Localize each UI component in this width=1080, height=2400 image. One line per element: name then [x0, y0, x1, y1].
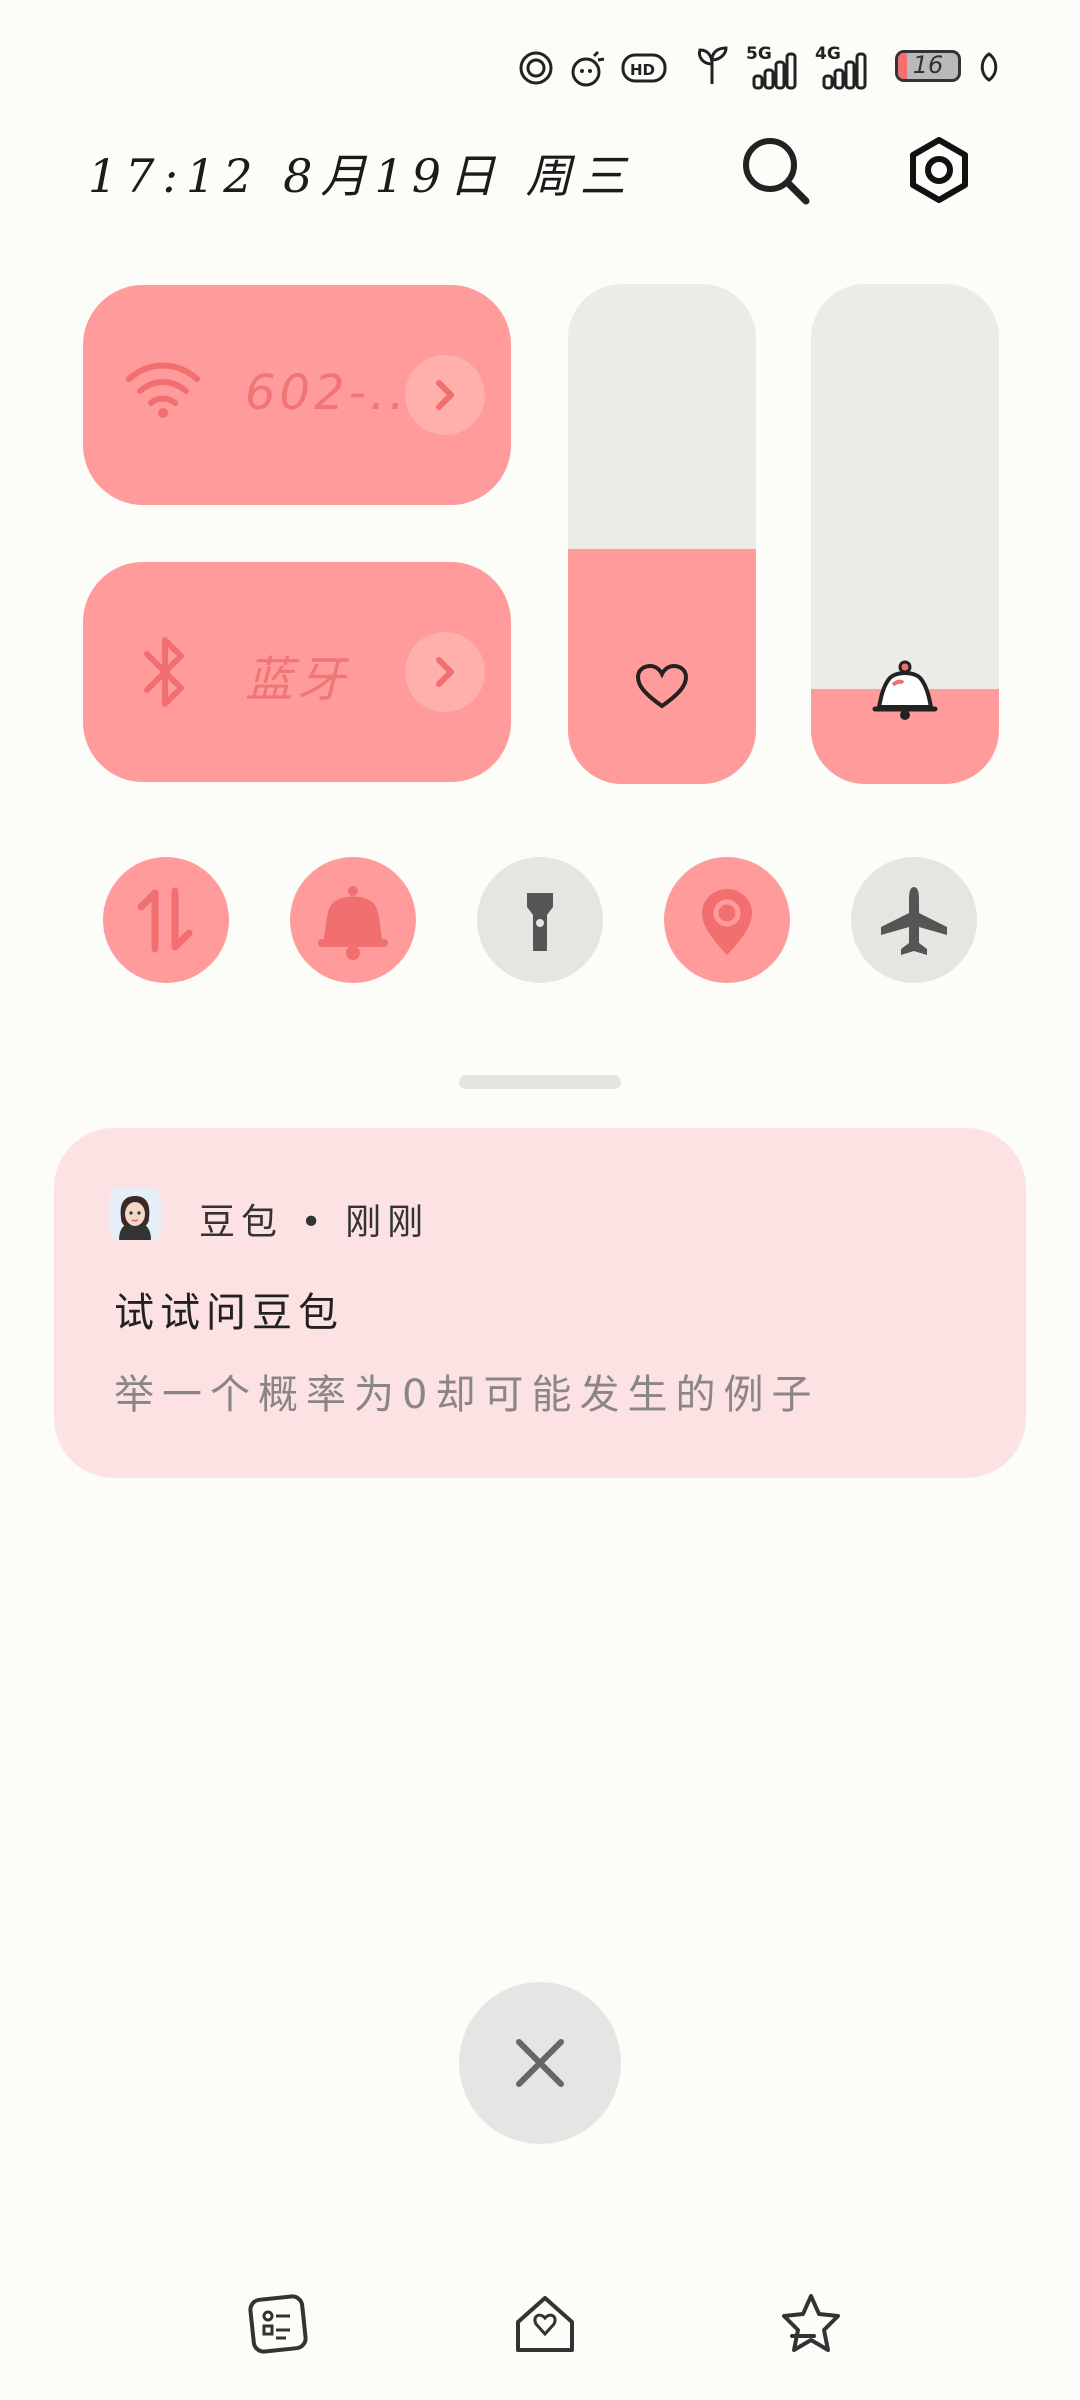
signal-4g-icon: [822, 52, 868, 94]
settings-icon[interactable]: [906, 137, 972, 207]
notification-title: 试试问豆包: [114, 1290, 344, 1336]
status-bar: HD 5G 4G 16: [0, 0, 1080, 130]
circle-c-icon: [518, 50, 554, 90]
airplane-mode-toggle[interactable]: [851, 857, 977, 983]
clear-notifications-button[interactable]: [459, 1982, 621, 2144]
battery-level: 16: [912, 51, 944, 79]
recent-apps-icon[interactable]: [246, 2292, 310, 2360]
volume-slider[interactable]: [811, 284, 999, 784]
battery-icon: 16: [895, 50, 961, 82]
location-pin-icon: [702, 889, 752, 955]
sun-face-icon: [568, 50, 608, 94]
search-icon[interactable]: [740, 135, 812, 211]
date-time: 17:12 8月19日 周三: [88, 149, 634, 203]
notification-card[interactable]: 豆包 • 刚刚 试试问豆包 举一个概率为0却可能发生的例子: [54, 1128, 1026, 1478]
home-icon[interactable]: [512, 2292, 578, 2360]
data-transfer-icon: [137, 887, 193, 953]
close-icon: [516, 2039, 564, 2087]
ringer-toggle[interactable]: [290, 857, 416, 983]
hd-icon: HD: [620, 50, 668, 90]
bluetooth-icon: [139, 632, 191, 716]
svg-text:HD: HD: [630, 61, 655, 79]
chevron-right-icon: [436, 380, 454, 410]
brightness-slider[interactable]: [568, 284, 756, 784]
notification-app-line: 豆包 • 刚刚: [199, 1202, 430, 1243]
bluetooth-tile[interactable]: 蓝牙: [83, 562, 511, 782]
bluetooth-label: 蓝牙: [245, 652, 350, 708]
wifi-icon: [125, 357, 201, 423]
sprout-icon: [694, 44, 734, 92]
flashlight-icon: [527, 893, 553, 951]
heart-icon: [635, 663, 689, 714]
back-icon[interactable]: [778, 2292, 844, 2360]
bluetooth-details-button[interactable]: [405, 632, 485, 712]
app-avatar: [109, 1188, 161, 1240]
panel-drag-handle[interactable]: [459, 1075, 621, 1089]
wifi-tile[interactable]: 602-..: [83, 285, 511, 505]
chevron-right-icon: [436, 657, 454, 687]
bell-icon: [871, 657, 939, 727]
location-toggle[interactable]: [664, 857, 790, 983]
leaf-icon: [978, 52, 1000, 86]
signal-5g-icon: [752, 52, 798, 94]
airplane-icon: [881, 887, 947, 955]
flashlight-toggle[interactable]: [477, 857, 603, 983]
wifi-details-button[interactable]: [405, 355, 485, 435]
notification-body: 举一个概率为0却可能发生的例子: [114, 1372, 820, 1418]
bell-icon: [318, 886, 388, 960]
mobile-data-toggle[interactable]: [103, 857, 229, 983]
wifi-network-name: 602-..: [245, 365, 409, 421]
